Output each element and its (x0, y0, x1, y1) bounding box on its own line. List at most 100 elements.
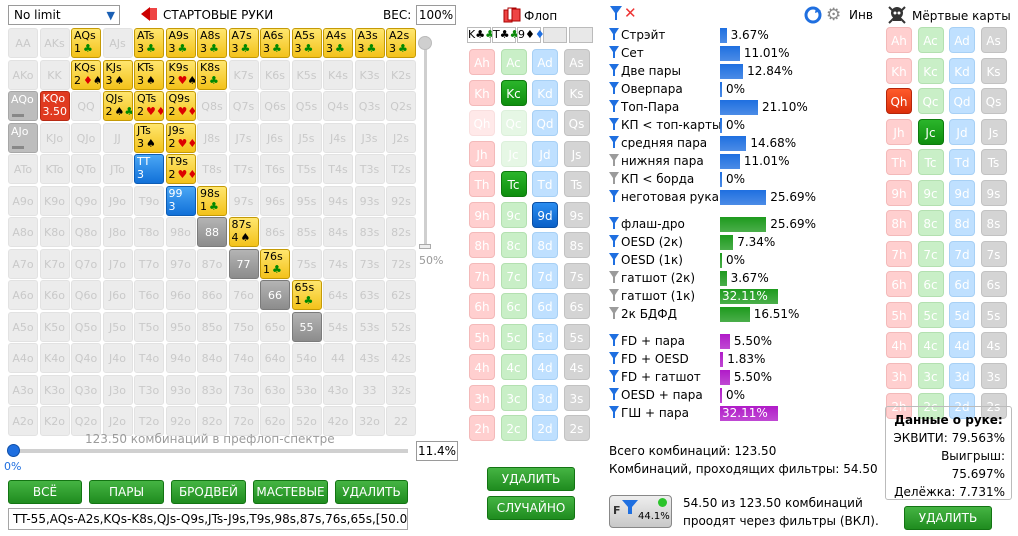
hand-cell[interactable]: T4o (134, 343, 164, 373)
hand-cell[interactable]: Q5o (71, 311, 101, 342)
hand-cell[interactable]: A9s 3 ♣ (165, 28, 196, 58)
hand-cell[interactable]: K2o (39, 406, 70, 436)
hand-cell[interactable]: J4o (102, 343, 133, 373)
hand-cell[interactable]: 76s 1 ♣ (260, 248, 290, 279)
hand-cell[interactable]: J7o (102, 248, 133, 279)
hand-cell[interactable]: 73s (354, 248, 385, 279)
hand-cell[interactable]: 73o (228, 374, 259, 405)
range-button-3[interactable]: БРОДВЕЙ (171, 480, 246, 504)
hand-cell[interactable]: AQs 1 ♣ (71, 28, 101, 58)
hand-cell[interactable]: A7o (8, 248, 38, 279)
hand-cell[interactable]: K3s (354, 59, 385, 90)
filter-row[interactable]: флаш-дро (609, 216, 685, 233)
hand-cell[interactable]: A3s 3 ♣ (354, 28, 385, 58)
hand-cell[interactable]: Q4o (71, 343, 101, 373)
board-slot[interactable]: 9♦♦ (517, 27, 545, 43)
hand-cell[interactable]: A9o (8, 185, 38, 216)
filter-row[interactable]: Две пары (609, 63, 681, 80)
card-Ks[interactable]: Ks (563, 79, 590, 106)
hand-cell[interactable]: 84o (197, 343, 227, 373)
card-4h[interactable]: 4h (469, 354, 495, 380)
card-6h[interactable]: 6h (886, 271, 912, 297)
hand-cell[interactable]: T7s (228, 154, 259, 184)
hand-cell[interactable]: 85s (291, 217, 322, 247)
hand-cell[interactable]: 43s (354, 343, 385, 373)
hand-cell[interactable]: A3o (8, 374, 38, 405)
hand-cell[interactable]: 43o (323, 374, 353, 405)
card-As[interactable]: As (563, 49, 590, 75)
hand-cell[interactable]: 97o (165, 248, 196, 279)
card-3c[interactable]: 3c (500, 384, 527, 411)
invert-label[interactable]: Инв (849, 8, 873, 22)
filter-row[interactable]: неготовая рука (609, 189, 719, 206)
hand-cell[interactable]: 86s (260, 217, 290, 247)
board-slot[interactable] (543, 27, 567, 43)
hand-cell[interactable]: AKo (8, 59, 38, 90)
hand-cell[interactable]: K5s (291, 59, 322, 90)
hand-cell[interactable]: J9o (102, 185, 133, 216)
hand-cell[interactable]: T6s (260, 154, 290, 184)
range-button-5[interactable]: УДАЛИТЬ (335, 480, 408, 504)
card-5d[interactable]: 5d (532, 323, 558, 350)
hand-cell[interactable]: 52s (386, 311, 416, 342)
card-Kc[interactable]: Kc (500, 79, 527, 106)
hand-cell[interactable]: J9s2♥♦ (165, 122, 196, 153)
hand-cell[interactable]: T8s (197, 154, 227, 184)
hand-cell[interactable]: 99 3 (165, 185, 196, 216)
card-Kd[interactable]: Kd (532, 79, 558, 106)
hand-cell[interactable]: 22 (386, 406, 416, 436)
hand-cell[interactable]: KJo (39, 122, 70, 153)
hand-cell[interactable]: 64o (260, 343, 290, 373)
card-8h[interactable]: 8h (469, 232, 495, 258)
hand-cell[interactable]: KQs2♦♠ (71, 59, 101, 90)
hand-cell[interactable]: 65o (260, 311, 290, 342)
back-arrow-icon[interactable] (140, 6, 158, 22)
filter-row[interactable]: Топ-Пара (609, 99, 679, 116)
card-8h[interactable]: 8h (886, 210, 912, 236)
hand-cell[interactable]: 72s (386, 248, 416, 279)
hand-cell[interactable]: T5o (134, 311, 164, 342)
hand-cell[interactable]: K6s (260, 59, 290, 90)
card-Jd[interactable]: Jd (532, 140, 558, 167)
card-Jd[interactable]: Jd (949, 118, 975, 145)
hand-cell[interactable]: K7s (228, 59, 259, 90)
hand-cell[interactable]: 32o (354, 406, 385, 436)
range-slider-track[interactable] (8, 449, 408, 453)
card-7d[interactable]: 7d (532, 262, 558, 289)
hand-cell[interactable]: Q4s (323, 91, 353, 121)
hand-cell[interactable]: K4s (323, 59, 353, 90)
card-6d[interactable]: 6d (532, 293, 558, 319)
hand-cell[interactable]: KTs 3 ♠ (134, 59, 164, 90)
hand-cell[interactable]: 94s (323, 185, 353, 216)
refresh-icon[interactable] (804, 6, 822, 24)
hand-cell[interactable]: Q7o (71, 248, 101, 279)
hand-cell[interactable]: 85o (197, 311, 227, 342)
card-6d[interactable]: 6d (949, 271, 975, 297)
hand-cell[interactable]: 95s (291, 185, 322, 216)
card-2h[interactable]: 2h (469, 415, 495, 441)
filter-toggle-button[interactable]: F 44.1% (609, 495, 672, 528)
card-5h[interactable]: 5h (886, 301, 912, 328)
board-slot[interactable] (569, 27, 593, 43)
filter-row[interactable]: Оверпара (609, 81, 683, 98)
hand-cell[interactable]: JTs 3 ♠ (134, 122, 164, 153)
hand-cell[interactable]: K4o (39, 343, 70, 373)
hand-cell[interactable]: 77 (228, 248, 259, 279)
hand-cell[interactable]: ATo (8, 154, 38, 184)
filter-row[interactable]: FD + гатшот (609, 369, 701, 386)
weight-input[interactable]: 100% (416, 5, 456, 25)
card-2c[interactable]: 2c (500, 415, 527, 441)
filter-row[interactable]: ГШ + пара (609, 405, 689, 422)
card-As[interactable]: As (980, 27, 1007, 53)
card-Js[interactable]: Js (980, 118, 1007, 145)
filter-row[interactable]: средняя пара (609, 135, 707, 152)
limit-select[interactable]: No limit ▼ (8, 5, 120, 25)
card-Ts[interactable]: Ts (980, 149, 1007, 175)
card-7d[interactable]: 7d (949, 240, 975, 267)
card-Jh[interactable]: Jh (469, 140, 495, 167)
card-Jh[interactable]: Jh (886, 118, 912, 145)
hand-cell[interactable]: Q9o (71, 185, 101, 216)
hand-cell[interactable]: AJs (102, 28, 133, 58)
hand-cell[interactable]: K7o (39, 248, 70, 279)
hand-cell[interactable]: Q5s (291, 91, 322, 121)
